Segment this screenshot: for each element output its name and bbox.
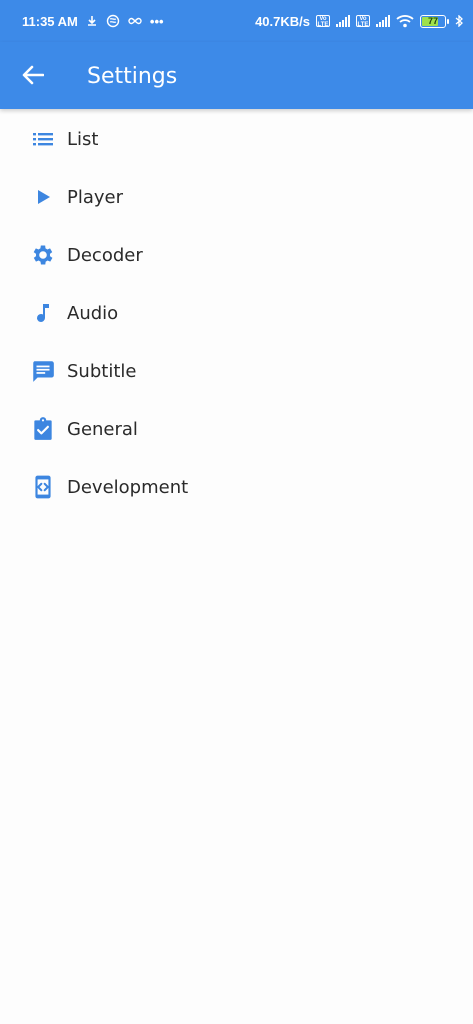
download-icon [86,15,98,27]
music-note-icon [30,300,56,326]
settings-item-decoder[interactable]: Decoder [0,226,473,284]
developer-mode-icon [30,474,56,500]
clipboard-check-icon [30,416,56,442]
rotation-icon [106,14,120,28]
settings-item-development[interactable]: Development [0,458,473,516]
gear-icon [30,242,56,268]
battery-level: 77 [427,16,438,26]
lte-badge-2: Vo LTE [356,15,370,28]
settings-item-player[interactable]: Player [0,168,473,226]
bluetooth-icon [455,15,463,27]
battery-icon: 77 [420,14,449,28]
settings-item-label: General [67,418,138,440]
status-left: 11:35 AM ••• [22,12,164,30]
settings-item-label: List [67,128,99,150]
list-icon [30,126,56,152]
settings-item-label: Development [67,476,189,498]
network-speed: 40.7KB/s [255,13,310,29]
settings-item-general[interactable]: General [0,400,473,458]
page-title: Settings [87,64,178,89]
subtitle-chat-icon [30,358,56,384]
settings-item-audio[interactable]: Audio [0,284,473,342]
arrow-back-icon [22,65,45,90]
infinity-icon [128,16,142,26]
more-notifications-indicator: ••• [149,13,164,29]
settings-item-label: Audio [67,302,119,324]
settings-item-label: Subtitle [67,360,137,382]
signal-icon-2 [376,15,390,27]
back-button[interactable] [18,62,48,92]
wifi-icon [396,14,414,28]
status-time: 11:35 AM [22,13,78,29]
settings-item-subtitle[interactable]: Subtitle [0,342,473,400]
status-right: 40.7KB/s Vo LTE Vo LTE 77 [255,12,463,30]
signal-icon [336,15,350,27]
settings-item-list[interactable]: List [0,110,473,168]
settings-list: List Player Decoder Audio Subtitle Gener… [0,110,473,516]
settings-item-label: Player [67,186,124,208]
lte-badge-1: Vo LTE [316,15,330,28]
settings-item-label: Decoder [67,244,143,266]
app-bar: Settings [0,42,473,109]
status-bar: 11:35 AM ••• 40.7KB/s Vo LTE Vo LTE 77 [0,0,473,42]
play-icon [30,184,56,210]
